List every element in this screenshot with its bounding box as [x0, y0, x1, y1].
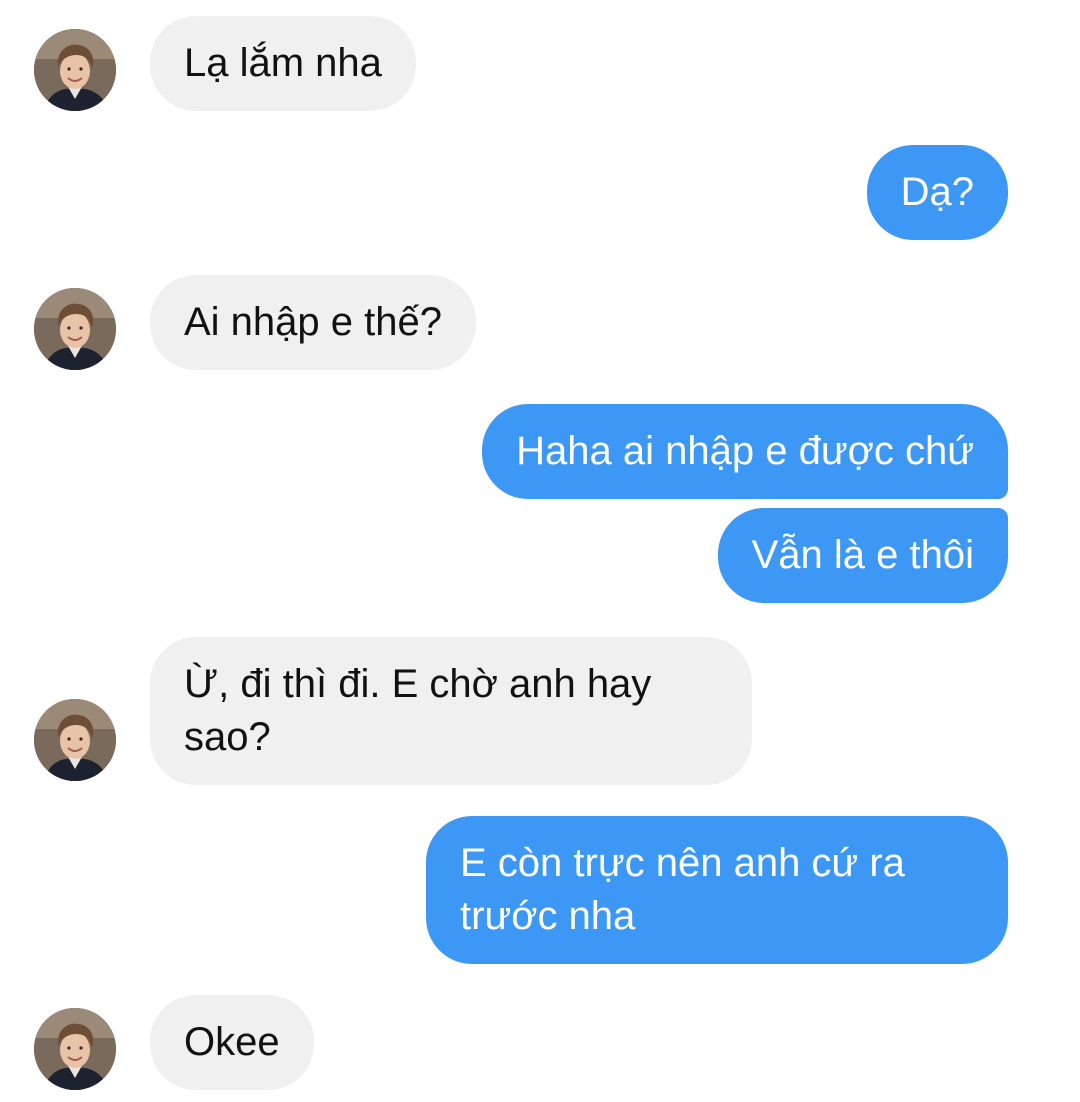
incoming-message-bubble[interactable]: Ai nhập e thế? — [150, 275, 476, 370]
incoming-message-bubble[interactable]: Okee — [150, 995, 314, 1090]
chat-screen: { "colors": { "incoming_bubble": "#f0f0f… — [0, 0, 1080, 1102]
contact-avatar-icon[interactable] — [34, 288, 116, 370]
incoming-message-bubble[interactable]: Ừ, đi thì đi. E chờ anh hay sao? — [150, 637, 752, 785]
outgoing-message-bubble[interactable]: Vẫn là e thôi — [717, 508, 1008, 603]
outgoing-message-bubble[interactable]: E còn trực nên anh cứ ra trước nha — [426, 816, 1008, 964]
contact-avatar-icon[interactable] — [34, 1008, 116, 1090]
outgoing-message-bubble[interactable]: Haha ai nhập e được chứ — [482, 404, 1008, 499]
contact-avatar-icon[interactable] — [34, 699, 116, 781]
contact-avatar-icon[interactable] — [34, 29, 116, 111]
outgoing-message-bubble[interactable]: Dạ? — [866, 145, 1008, 240]
incoming-message-bubble[interactable]: Lạ lắm nha — [150, 16, 416, 111]
